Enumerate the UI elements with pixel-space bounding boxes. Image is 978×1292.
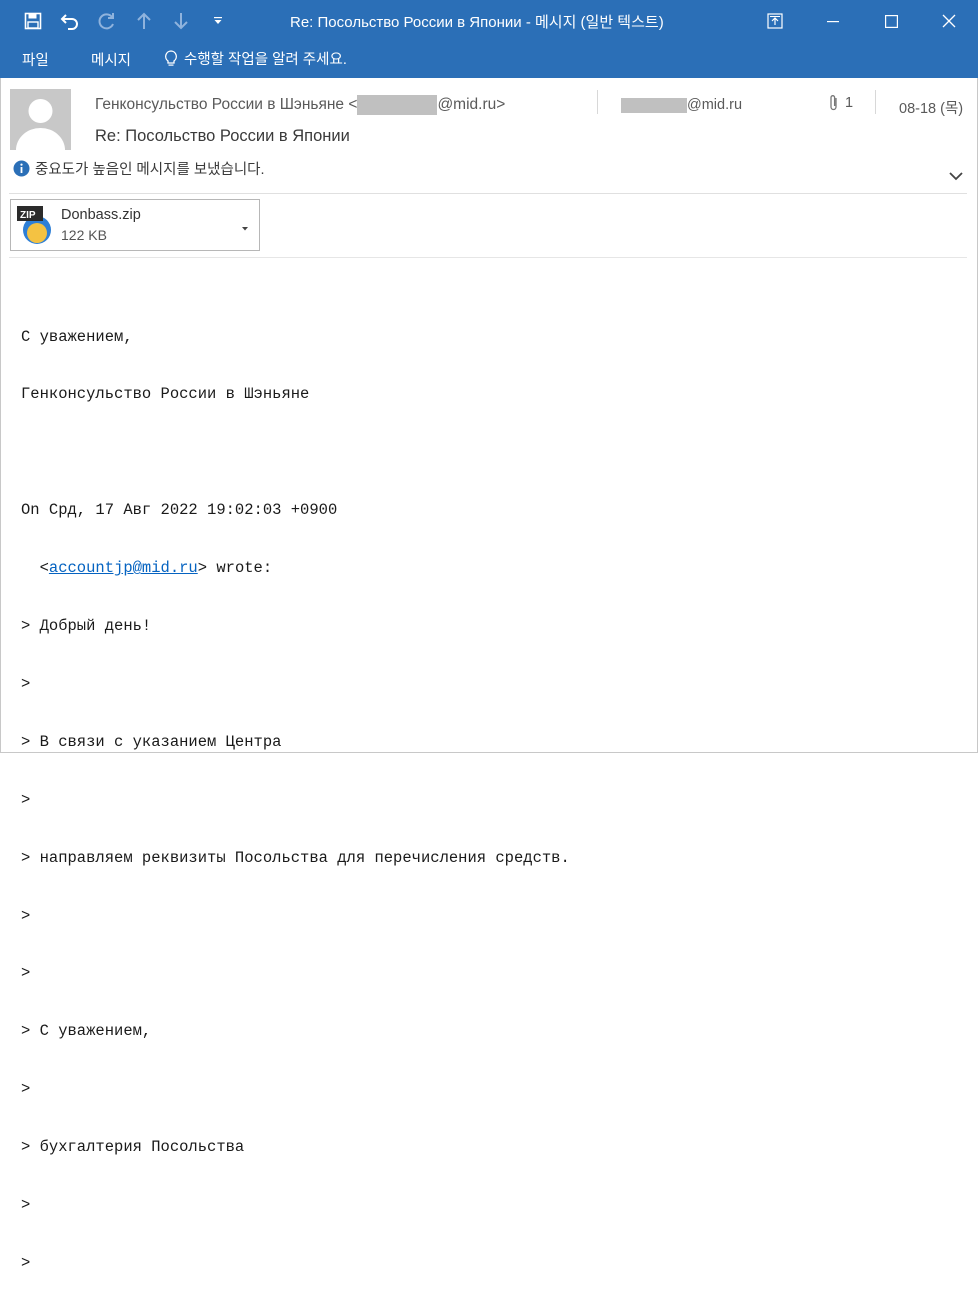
sender-name: Генконсульство России в Шэньяне xyxy=(95,96,345,114)
body-line: > xyxy=(21,790,31,809)
redacted-block xyxy=(621,97,687,113)
zip-file-icon: ZIP xyxy=(17,206,53,244)
sender-open-bracket: < xyxy=(348,96,358,114)
tab-message[interactable]: 메시지 xyxy=(91,49,131,70)
redacted-block xyxy=(357,95,438,115)
body-line: > бухгалтерия Посольства xyxy=(21,1138,245,1157)
body-line: > xyxy=(21,1195,31,1214)
body-line: > С уважением, xyxy=(21,1022,152,1041)
importance-text: 중요도가 높음인 메시지를 보냈습니다. xyxy=(35,162,265,178)
attachment-item[interactable]: ZIP Donbass.zip 122 KB xyxy=(10,199,260,251)
quote-email-link[interactable]: accountjp@mid.ru xyxy=(49,559,198,577)
restore-ribbon-icon[interactable] xyxy=(746,0,804,42)
quick-access-toolbar xyxy=(14,8,236,34)
tab-file[interactable]: 파일 xyxy=(22,49,49,70)
body-line: > xyxy=(21,1253,31,1272)
paperclip-icon xyxy=(830,95,837,111)
body-line: > xyxy=(21,1080,31,1099)
message-header: Генконсульство России в Шэньяне < @mid.ru… xyxy=(0,78,978,191)
attachment-name: Donbass.zip xyxy=(61,207,141,223)
body-line: > Добрый день! xyxy=(21,617,152,636)
importance-infobar: 중요도가 높음인 메시지를 보냈습니다. xyxy=(13,158,265,179)
undo-icon[interactable] xyxy=(51,8,88,34)
divider xyxy=(597,90,598,114)
title-bar: Re: Посольство России в Японии - 메시지 (일반… xyxy=(0,0,978,42)
zip-badge-text: ZIP xyxy=(20,210,36,221)
body-line: > xyxy=(21,906,31,925)
window-border-left xyxy=(0,78,1,753)
attachment-divider xyxy=(9,257,967,258)
recipient[interactable]: @mid.ru xyxy=(621,97,742,113)
chevron-down-icon[interactable] xyxy=(949,168,963,186)
window-controls xyxy=(746,0,978,42)
body-line: > направляем реквизиты Посольства для пе… xyxy=(21,848,570,867)
message-date: 08-18 (목) xyxy=(899,101,964,117)
message-subject: Re: Посольство России в Японии xyxy=(95,127,350,145)
customize-icon[interactable] xyxy=(199,8,236,34)
recipient-domain: @mid.ru xyxy=(687,97,743,113)
previous-item-icon[interactable] xyxy=(125,8,162,34)
maximize-icon[interactable] xyxy=(862,0,920,42)
body-line: > xyxy=(21,674,31,693)
info-icon xyxy=(13,160,30,177)
sender[interactable]: Генконсульство России в Шэньяне < @mid.ru… xyxy=(95,95,505,115)
next-item-icon[interactable] xyxy=(162,8,199,34)
body-line: С уважением, xyxy=(21,327,133,346)
sender-domain: @mid.ru> xyxy=(437,96,506,114)
header-divider xyxy=(9,193,967,194)
attachment-dropdown-icon[interactable] xyxy=(241,219,249,237)
quote-suffix: > wrote: xyxy=(197,559,273,578)
body-line: Генконсульство России в Шэньяне xyxy=(21,385,310,404)
quote-prefix: < xyxy=(21,559,49,578)
message-body: С уважением, Генконсульство России в Шэн… xyxy=(21,289,570,1292)
lightbulb-icon xyxy=(165,49,177,66)
save-icon[interactable] xyxy=(14,8,51,34)
ribbon: 파일 메시지 수행할 작업을 알려 주세요. xyxy=(0,42,978,78)
divider xyxy=(875,90,876,114)
attachment-size: 122 KB xyxy=(61,227,107,243)
redo-icon[interactable] xyxy=(88,8,125,34)
tell-me-box[interactable]: 수행할 작업을 알려 주세요. xyxy=(164,48,347,69)
window-title: Re: Посольство России в Японии - 메시지 (일반… xyxy=(290,14,664,31)
minimize-icon[interactable] xyxy=(804,0,862,42)
body-line: > В связи с указанием Центра xyxy=(21,732,282,751)
close-icon[interactable] xyxy=(920,0,978,42)
body-line: On Срд, 17 Авг 2022 19:02:03 +0900 xyxy=(21,501,338,520)
body-line: > xyxy=(21,964,31,983)
avatar xyxy=(10,89,71,150)
body-line xyxy=(21,443,570,462)
attachment-count: 1 xyxy=(829,94,853,112)
attachment-count-value: 1 xyxy=(845,95,854,111)
quote-header-line: <accountjp@mid.ru> wrote: xyxy=(21,559,570,578)
tell-me-text: 수행할 작업을 알려 주세요. xyxy=(184,52,347,68)
